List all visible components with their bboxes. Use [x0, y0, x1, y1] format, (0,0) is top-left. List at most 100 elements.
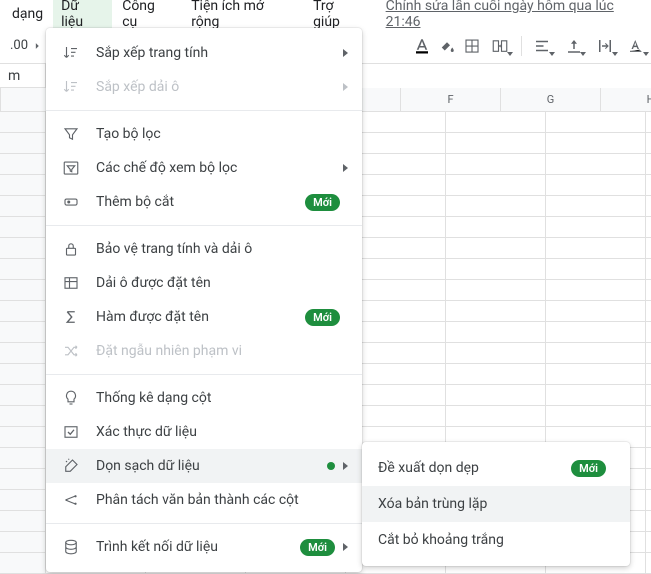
menu-item-label: Thống kê dạng cột: [96, 390, 348, 406]
name-box[interactable]: m: [0, 64, 46, 88]
menu-item-cleanup[interactable]: Dọn sạch dữ liệu: [46, 449, 362, 483]
fill-color-button[interactable]: [435, 32, 458, 60]
cell[interactable]: [646, 490, 651, 510]
col-header[interactable]: H: [601, 88, 651, 111]
vertical-align-button[interactable]: [559, 32, 588, 60]
validation-icon: [60, 423, 82, 441]
cell[interactable]: [646, 196, 651, 216]
merge-cells-button[interactable]: [486, 32, 515, 60]
cell[interactable]: [546, 364, 646, 384]
menu-item-label: Tạo bộ lọc: [96, 126, 348, 142]
cell[interactable]: [546, 133, 646, 153]
menu-format[interactable]: dạng: [4, 2, 51, 26]
cell[interactable]: [446, 322, 546, 342]
cell[interactable]: [546, 385, 646, 405]
submenu-arrow-icon: [343, 462, 348, 470]
menu-item-sort-sheet[interactable]: Sắp xếp trang tính: [46, 36, 362, 70]
cell[interactable]: [546, 154, 646, 174]
menu-item-filter-views[interactable]: Các chế độ xem bộ lọc: [46, 151, 362, 185]
borders-button[interactable]: [460, 32, 483, 60]
menu-divider: [46, 225, 362, 226]
cell[interactable]: [646, 238, 651, 258]
menu-item-lightbulb[interactable]: Thống kê dạng cột: [46, 381, 362, 415]
cell[interactable]: [446, 112, 546, 132]
cell[interactable]: [646, 154, 651, 174]
cell[interactable]: [546, 280, 646, 300]
menu-item-label: Sắp xếp trang tính: [96, 45, 343, 61]
cell[interactable]: [546, 406, 646, 426]
cell[interactable]: [646, 532, 651, 552]
cell[interactable]: [546, 217, 646, 237]
cell[interactable]: [646, 112, 651, 132]
cell[interactable]: [646, 553, 651, 573]
cell[interactable]: [546, 196, 646, 216]
cell[interactable]: [446, 343, 546, 363]
submenu-item[interactable]: Cắt bỏ khoảng trắng: [362, 522, 630, 558]
cell[interactable]: [646, 364, 651, 384]
cell[interactable]: [546, 259, 646, 279]
cell[interactable]: [646, 301, 651, 321]
menu-item-validation[interactable]: Xác thực dữ liệu: [46, 415, 362, 449]
cell[interactable]: [446, 406, 546, 426]
cell[interactable]: [646, 448, 651, 468]
menu-item-named-range[interactable]: Dải ô được đặt tên: [46, 266, 362, 300]
cell[interactable]: [546, 301, 646, 321]
submenu-item[interactable]: Xóa bản trùng lặp: [362, 486, 630, 522]
cell[interactable]: [446, 301, 546, 321]
submenu-item-label: Đề xuất dọn dẹp: [378, 460, 571, 476]
cell[interactable]: [646, 175, 651, 195]
menu-item-lock[interactable]: Bảo vệ trang tính và dải ô: [46, 232, 362, 266]
cell[interactable]: [446, 259, 546, 279]
text-wrap-button[interactable]: [590, 32, 619, 60]
cell[interactable]: [446, 133, 546, 153]
cell[interactable]: [446, 364, 546, 384]
col-header[interactable]: G: [501, 88, 601, 111]
cell[interactable]: [646, 406, 651, 426]
cleanup-submenu: Đề xuất dọn dẹpMớiXóa bản trùng lặpCắt b…: [362, 442, 630, 566]
menu-item-slicer[interactable]: Thêm bộ cắt Mới: [46, 185, 362, 219]
submenu-item[interactable]: Đề xuất dọn dẹpMới: [362, 450, 630, 486]
menu-item-split[interactable]: Phân tách văn bản thành các cột: [46, 483, 362, 517]
cell[interactable]: [646, 511, 651, 531]
text-color-button[interactable]: [410, 32, 433, 60]
cell[interactable]: [446, 217, 546, 237]
cell[interactable]: [446, 280, 546, 300]
menu-item-filter[interactable]: Tạo bộ lọc: [46, 117, 362, 151]
cell[interactable]: [646, 343, 651, 363]
cell[interactable]: [546, 175, 646, 195]
filter-icon: [60, 125, 82, 143]
col-header[interactable]: F: [401, 88, 501, 111]
cell[interactable]: [546, 343, 646, 363]
data-menu-dropdown: Sắp xếp trang tính Sắp xếp dải ô Tạo bộ …: [46, 28, 362, 572]
cell[interactable]: [646, 133, 651, 153]
last-edit-link[interactable]: Chỉnh sửa lần cuối ngày hôm qua lúc 21:4…: [386, 0, 651, 30]
cell[interactable]: [646, 322, 651, 342]
menu-item-connector[interactable]: Trình kết nối dữ liệu Mới: [46, 530, 362, 564]
decrease-decimal-button[interactable]: .00: [4, 32, 50, 60]
cell[interactable]: [446, 385, 546, 405]
cell[interactable]: [446, 154, 546, 174]
connector-icon: [60, 538, 82, 556]
text-color-icon: [413, 37, 431, 55]
menu-divider: [46, 110, 362, 111]
cell[interactable]: [646, 469, 651, 489]
cell[interactable]: [446, 175, 546, 195]
borders-icon: [463, 37, 481, 55]
cell[interactable]: [546, 238, 646, 258]
horizontal-align-button[interactable]: [528, 32, 557, 60]
cell[interactable]: [546, 322, 646, 342]
cell[interactable]: [546, 112, 646, 132]
cell[interactable]: [446, 196, 546, 216]
text-rotation-button[interactable]: [622, 32, 651, 60]
menu-item-sigma[interactable]: Hàm được đặt tên Mới: [46, 300, 362, 334]
cell[interactable]: [646, 280, 651, 300]
cell[interactable]: [646, 427, 651, 447]
cell[interactable]: [646, 259, 651, 279]
cell[interactable]: [646, 385, 651, 405]
menu-item-label: Hàm được đặt tên: [96, 309, 305, 325]
cell[interactable]: [646, 217, 651, 237]
toolbar-separator: [521, 36, 522, 56]
cell[interactable]: [446, 238, 546, 258]
submenu-arrow-icon: [343, 49, 348, 57]
sigma-icon: [60, 308, 82, 326]
